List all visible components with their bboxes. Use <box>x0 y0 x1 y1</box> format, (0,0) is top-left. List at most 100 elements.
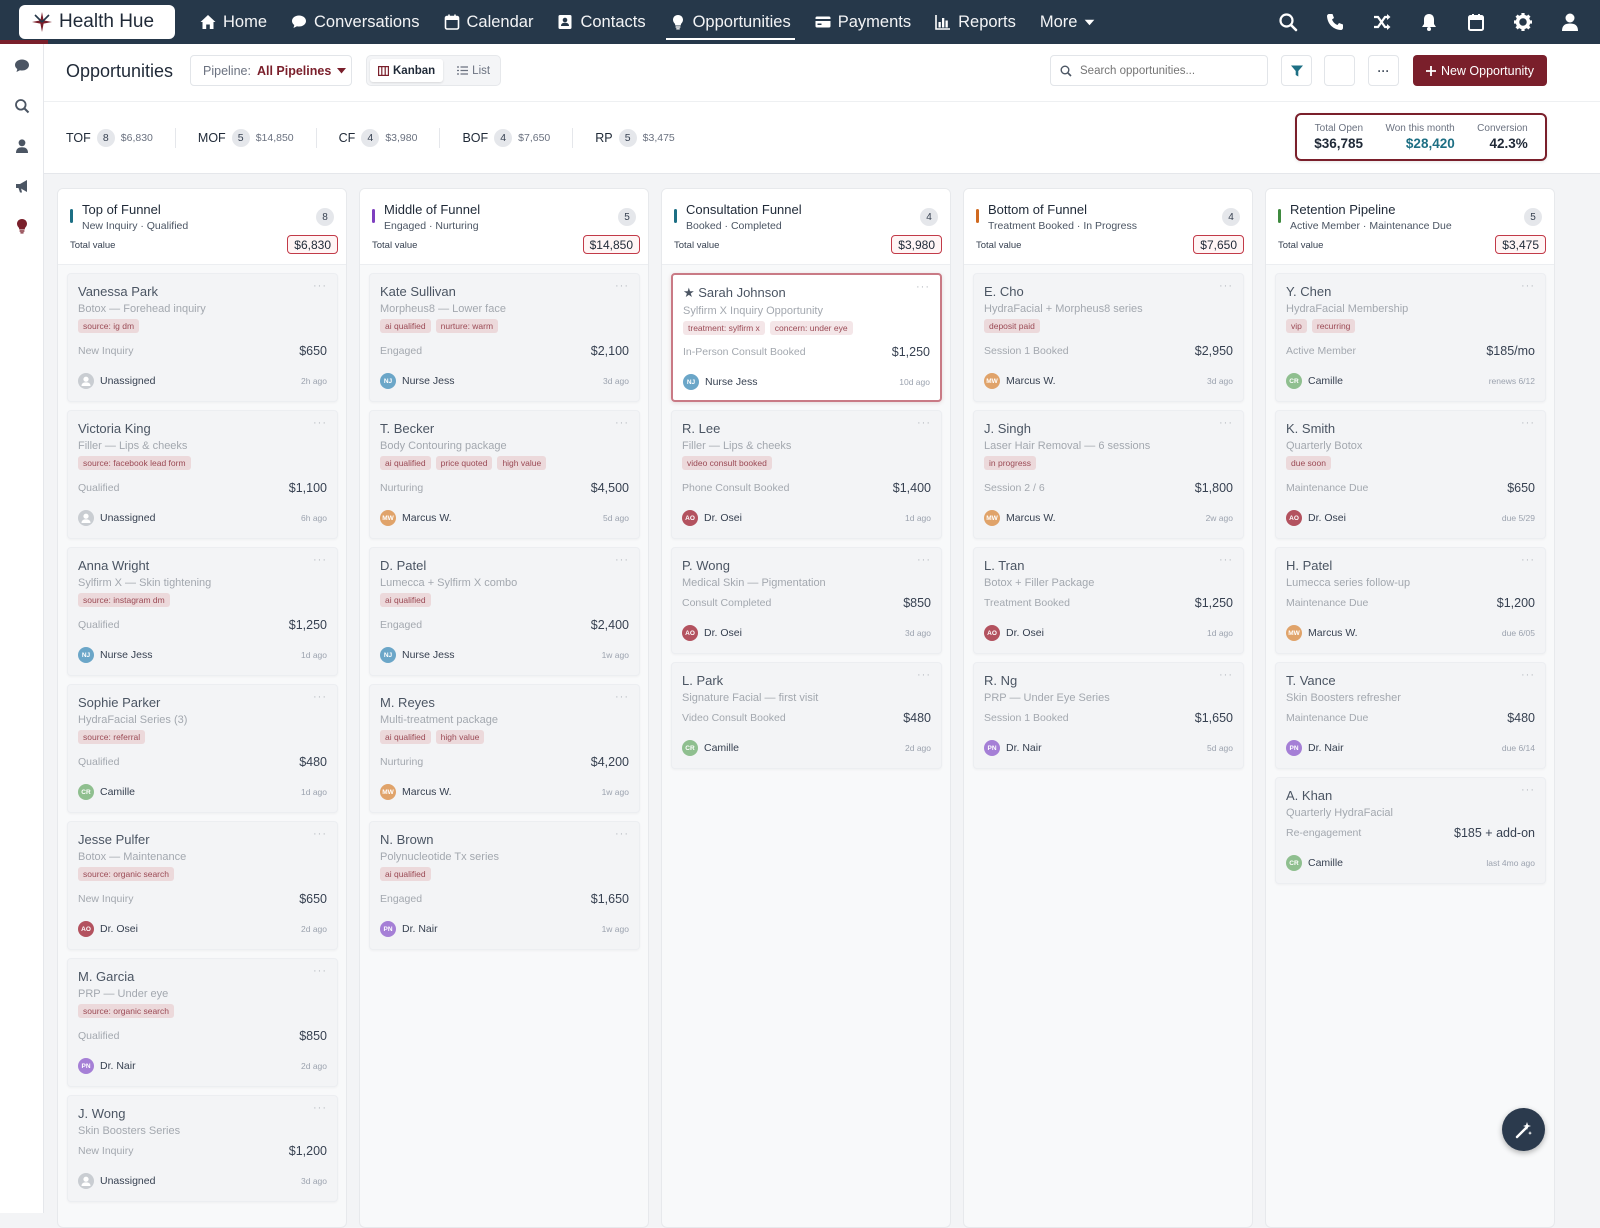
opportunity-card[interactable]: ··· Vanessa Park Botox — Forehead inquiry s… <box>67 273 338 402</box>
blank-action-button[interactable] <box>1324 55 1355 86</box>
card-menu-button[interactable]: ··· <box>615 554 629 566</box>
opportunity-card[interactable]: ··· T. Vance Skin Boosters refresher Mainte… <box>1275 662 1546 769</box>
opportunity-card[interactable]: ··· H. Patel Lumecca series follow-up Maint… <box>1275 547 1546 654</box>
card-menu-button[interactable]: ··· <box>313 1102 327 1114</box>
opportunity-card[interactable]: ··· P. Wong Medical Skin — Pigmentation Con… <box>671 547 942 654</box>
opportunity-card[interactable]: ··· K. Smith Quarterly Botox due soon Mainte… <box>1275 410 1546 539</box>
card-menu-button[interactable]: ··· <box>1219 417 1233 429</box>
new-opportunity-button[interactable]: New Opportunity <box>1413 55 1547 86</box>
card-menu-button[interactable]: ··· <box>313 280 327 292</box>
card-time: renews 6/12 <box>1488 376 1535 386</box>
card-menu-button[interactable]: ··· <box>313 554 327 566</box>
card-menu-button[interactable]: ··· <box>615 280 629 292</box>
stage-chip-cf[interactable]: CF 4 $3,980 <box>339 128 441 148</box>
view-kanban-button[interactable]: Kanban <box>370 59 444 82</box>
nav-item-opportunities[interactable]: Opportunities <box>658 0 803 44</box>
card-menu-button[interactable]: ··· <box>313 417 327 429</box>
column-count-badge: 8 <box>316 208 334 226</box>
opportunity-card[interactable]: ··· M. Garcia PRP — Under eye source: organ… <box>67 958 338 1087</box>
card-menu-button[interactable]: ··· <box>1521 784 1535 796</box>
opportunity-card[interactable]: ··· T. Becker Body Contouring package ai qu… <box>369 410 640 539</box>
opportunity-card[interactable]: ··· J. Wong Skin Boosters Series New Inquir… <box>67 1095 338 1202</box>
caret-down-icon <box>337 67 347 73</box>
card-menu-button[interactable]: ··· <box>313 965 327 977</box>
nav-item-more[interactable]: More <box>1028 0 1108 44</box>
card-stage-row: Re-engagement $185 + add-on <box>1286 826 1535 840</box>
gear-icon[interactable] <box>1509 8 1537 36</box>
view-list-button[interactable]: List <box>449 59 498 82</box>
nav-item-reports[interactable]: Reports <box>923 0 1028 44</box>
card-menu-button[interactable]: ··· <box>916 281 930 293</box>
opportunity-card[interactable]: ··· Anna Wright Sylfirm X — Skin tightenin… <box>67 547 338 676</box>
opportunity-card[interactable]: ··· Y. Chen HydraFacial Membership vip recur… <box>1275 273 1546 402</box>
megaphone-icon[interactable] <box>12 176 32 196</box>
phone-icon[interactable] <box>1321 8 1349 36</box>
nav-item-conversations[interactable]: Conversations <box>279 0 431 44</box>
card-owner: MW Marcus W. <box>380 510 452 526</box>
card-owner-row: CR Camille renews 6/12 <box>1286 373 1535 389</box>
search-icon[interactable] <box>12 96 32 116</box>
card-menu-button[interactable]: ··· <box>1521 669 1535 681</box>
nav-item-calendar[interactable]: Calendar <box>432 0 546 44</box>
opportunity-card[interactable]: ··· J. Singh Laser Hair Removal — 6 sessio… <box>973 410 1244 539</box>
card-menu-button[interactable]: ··· <box>1521 417 1535 429</box>
card-owner: PN Dr. Nair <box>78 1058 136 1074</box>
tag-chip: price quoted <box>435 456 493 470</box>
lightbulb-icon[interactable] <box>12 216 32 236</box>
card-menu-button[interactable]: ··· <box>1219 280 1233 292</box>
opportunity-card[interactable]: ··· E. Cho HydraFacial + Morpheus8 series d… <box>973 273 1244 402</box>
app-logo[interactable]: Health Hue <box>19 5 175 39</box>
card-stage-row: In-Person Consult Booked $1,250 <box>683 345 930 359</box>
card-menu-button[interactable]: ··· <box>1521 280 1535 292</box>
pipeline-select[interactable]: Pipeline: All Pipelines <box>190 55 352 86</box>
opportunity-card[interactable]: ··· ★ Sarah Johnson Sylfirm X Inquiry Oppo… <box>671 273 942 402</box>
card-menu-button[interactable]: ··· <box>615 417 629 429</box>
filter-button[interactable] <box>1281 55 1312 86</box>
opportunity-card[interactable]: ··· R. Ng PRP — Under Eye Series Session 1 … <box>973 662 1244 769</box>
card-menu-button[interactable]: ··· <box>313 691 327 703</box>
opportunity-card[interactable]: ··· N. Brown Polynucleotide Tx series ai qu… <box>369 821 640 950</box>
opportunity-card[interactable]: ··· Victoria King Filler — Lips & cheeks so… <box>67 410 338 539</box>
bell-icon[interactable] <box>1415 8 1443 36</box>
opportunity-card[interactable]: ··· L. Tran Botox + Filler Package Treatmen… <box>973 547 1244 654</box>
opportunity-card[interactable]: ··· D. Patel Lumecca + Sylfirm X combo ai q… <box>369 547 640 676</box>
opportunity-card[interactable]: ··· M. Reyes Multi-treatment package ai qua… <box>369 684 640 813</box>
shuffle-icon[interactable] <box>1368 8 1396 36</box>
chat-icon[interactable] <box>12 56 32 76</box>
card-owner-row: AO Dr. Osei 2d ago <box>78 921 327 937</box>
card-service: HydraFacial Membership <box>1286 303 1409 315</box>
card-menu-button[interactable]: ··· <box>917 669 931 681</box>
card-contact-name: R. Ng <box>984 673 1018 688</box>
card-menu-button[interactable]: ··· <box>313 828 327 840</box>
opportunity-card[interactable]: ··· A. Khan Quarterly HydraFacial Re-engage… <box>1275 777 1546 884</box>
search-icon[interactable] <box>1274 8 1302 36</box>
card-menu-button[interactable]: ··· <box>615 691 629 703</box>
card-menu-button[interactable]: ··· <box>615 828 629 840</box>
stage-chip-bof[interactable]: BOF 4 $7,650 <box>462 128 574 148</box>
card-menu-button[interactable]: ··· <box>1521 554 1535 566</box>
opportunity-card[interactable]: ··· Jesse Pulfer Botox — Maintenance source… <box>67 821 338 950</box>
ai-assist-button[interactable] <box>1502 1108 1545 1151</box>
nav-item-home[interactable]: Home <box>188 0 279 44</box>
user-icon[interactable] <box>1556 8 1584 36</box>
opportunity-card[interactable]: ··· Sophie Parker HydraFacial Series (3) so… <box>67 684 338 813</box>
more-options-button[interactable]: ··· <box>1368 55 1399 86</box>
nav-item-contacts[interactable]: Contacts <box>545 0 657 44</box>
user-icon[interactable] <box>12 136 32 156</box>
search-input[interactable] <box>1080 64 1260 77</box>
card-menu-button[interactable]: ··· <box>1219 554 1233 566</box>
stage-chip-mof[interactable]: MOF 5 $14,850 <box>198 128 317 148</box>
card-menu-button[interactable]: ··· <box>1219 669 1233 681</box>
stage-chip-tof[interactable]: TOF 8 $6,830 <box>66 128 176 148</box>
card-owner-name: Nurse Jess <box>705 376 758 388</box>
card-menu-button[interactable]: ··· <box>917 554 931 566</box>
opportunity-card[interactable]: ··· L. Park Signature Facial — first visit… <box>671 662 942 769</box>
stage-chip-rp[interactable]: RP 5 $3,475 <box>595 128 697 148</box>
card-owner-row: PN Dr. Nair 5d ago <box>984 740 1233 756</box>
opportunity-card[interactable]: ··· R. Lee Filler — Lips & cheeks video con… <box>671 410 942 539</box>
card-menu-button[interactable]: ··· <box>917 417 931 429</box>
nav-item-payments[interactable]: Payments <box>803 0 923 44</box>
tag-chip: due soon <box>1286 456 1331 470</box>
calendar-icon[interactable] <box>1462 8 1490 36</box>
opportunity-card[interactable]: ··· Kate Sullivan Morpheus8 — Lower face ai… <box>369 273 640 402</box>
